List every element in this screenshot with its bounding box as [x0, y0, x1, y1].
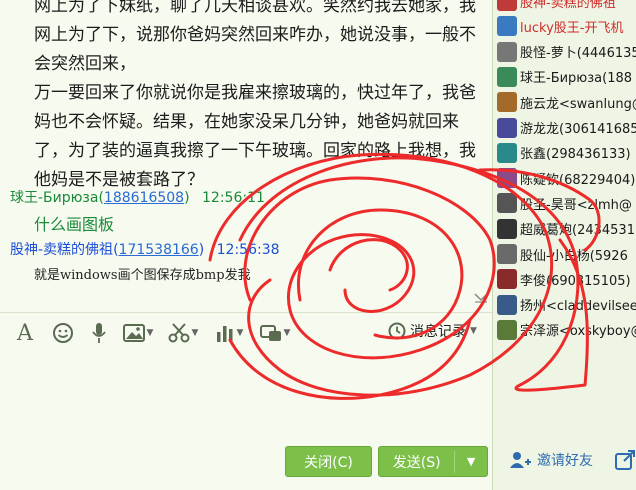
member-item[interactable]: 张鑫(298436133) — [497, 141, 631, 165]
close-button[interactable]: 关闭(C) — [285, 446, 372, 477]
member-item[interactable]: 李俊(690315105) — [497, 267, 631, 291]
message-input[interactable] — [0, 354, 492, 444]
avatar — [497, 168, 517, 189]
message-body-2: 就是windows画个图保存成bmp发我 — [34, 268, 251, 283]
member-item[interactable]: 股神-卖糕的佛祖 — [497, 0, 616, 13]
avatar — [497, 244, 517, 264]
member-name: lucky股王-开飞机 — [520, 20, 624, 36]
avatar — [497, 218, 517, 239]
avatar — [497, 117, 517, 138]
input-toolbar: A ▼ ▼ ▼ ▼ 消息记录 ▼ — [0, 312, 492, 354]
member-name: 超威葛炮(2434531 — [520, 223, 635, 239]
member-item[interactable]: 游龙龙(306141685 — [497, 116, 636, 140]
member-item[interactable]: lucky股王-开飞机 — [497, 14, 623, 38]
image-icon[interactable]: ▼ — [120, 319, 156, 347]
scroll-down-icon[interactable] — [474, 292, 488, 306]
member-name: 宗泽源<oxskyboy@ — [520, 324, 636, 340]
member-name: 股圣-昊哥<zlmh@ — [520, 197, 632, 213]
message-sender-2: 股神-卖糕的佛祖(171538166) 12:56:38 — [10, 242, 280, 258]
screen-share-icon[interactable]: ▼ — [256, 319, 294, 347]
message-time: 12:56:38 — [216, 242, 280, 258]
member-name: 股怪-萝卜(4446135 — [520, 46, 636, 62]
avatar — [497, 16, 517, 37]
message-line: 网上为了下，说那你爸妈突然回来咋办，她说没事，一般不会突然回来， — [34, 25, 476, 74]
avatar — [497, 66, 517, 87]
member-name: 球王-Бирюза(188 — [520, 71, 633, 87]
font-icon[interactable]: A — [12, 319, 38, 347]
message-line: 妈也不会怀疑。结果，在她家没呆几分钟，她爸妈就回来 — [34, 112, 459, 132]
member-name: 游龙龙(306141685 — [520, 122, 636, 137]
scissors-icon[interactable]: ▼ — [164, 319, 202, 347]
avatar — [497, 0, 517, 11]
avatar — [497, 319, 517, 340]
member-name: 施云龙<swanlung@ — [520, 96, 636, 112]
avatar — [497, 41, 517, 62]
avatar — [497, 142, 517, 163]
avatar — [497, 269, 517, 290]
add-user-icon — [510, 452, 531, 468]
send-label: 发送(S) — [392, 454, 441, 471]
member-name: 扬州<claddevilsee — [520, 299, 636, 315]
message-text: 网上为了下妹纸，聊了几天相谈甚欢。笑然约我去她家，我 网上为了下，说那你爸妈突然… — [34, 0, 482, 195]
avatar — [497, 193, 517, 214]
member-name: 张鑫(298436133) — [520, 147, 631, 163]
member-item[interactable]: 股怪-萝卜(4446135 — [497, 40, 636, 64]
message-history-button[interactable]: 消息记录 ▼ — [388, 321, 477, 341]
member-item[interactable]: 陈疑钦(68229404) — [497, 166, 635, 190]
clock-icon — [388, 322, 406, 340]
message-body-1: 什么画图板 — [34, 215, 115, 234]
invite-friends-button[interactable]: 邀请好友 — [509, 450, 593, 470]
member-item[interactable]: 超威葛炮(2434531 — [497, 217, 635, 241]
member-item[interactable]: 股仙-小白杨(5926 — [497, 242, 628, 266]
send-dropdown-icon[interactable]: ▼ — [455, 455, 487, 468]
send-button[interactable]: 发送(S) ▼ — [378, 446, 488, 477]
share-icon[interactable] — [615, 450, 635, 470]
emoji-icon[interactable] — [50, 319, 76, 347]
history-label: 消息记录 — [410, 324, 466, 340]
chat-panel: 网上为了下妹纸，聊了几天相谈甚欢。笑然约我去她家，我 网上为了下，说那你爸妈突然… — [0, 0, 492, 490]
member-name: 股仙-小白杨(5926 — [520, 248, 628, 264]
message-time: 12:56:11 — [202, 190, 265, 206]
member-name: 陈疑钦(68229404) — [520, 172, 636, 188]
sender-qq-link[interactable]: 171538166 — [119, 242, 199, 258]
sender-qq-link[interactable]: 188616508 — [104, 190, 184, 206]
avatar — [497, 92, 517, 113]
member-name: 股神-卖糕的佛祖 — [520, 0, 616, 11]
chart-icon[interactable]: ▼ — [210, 319, 248, 347]
invite-label: 邀请好友 — [537, 453, 593, 469]
message-sender-1: 球王-Бирюза(188616508) 12:56:11 — [10, 190, 265, 206]
member-item[interactable]: 扬州<claddevilsee — [497, 293, 636, 317]
member-item[interactable]: 施云龙<swanlung@ — [497, 90, 636, 114]
member-item[interactable]: 球王-Бирюза(188 — [497, 65, 632, 89]
member-item[interactable]: 股圣-昊哥<zlmh@ — [497, 191, 632, 215]
avatar — [497, 294, 517, 315]
member-item[interactable]: 宗泽源<oxskyboy@ — [497, 318, 636, 342]
sender-name: 股神-卖糕的佛祖 — [10, 242, 114, 258]
member-name: 李俊(690315105) — [520, 273, 631, 289]
member-list: 股神-卖糕的佛祖 lucky股王-开飞机 股怪-萝卜(4446135 球王-Бирюз… — [492, 0, 636, 490]
sender-name: 球王-Бирюза — [10, 190, 99, 206]
microphone-icon[interactable] — [88, 319, 110, 347]
message-line: 了，为了装的逼真我擦了一下午玻璃。回家的路上我想，我 — [34, 141, 476, 161]
message-line: 网上为了下妹纸，聊了几天相谈甚欢。笑然约我去她家，我 — [34, 0, 476, 16]
message-line: 万一要回来了你就说你是我雇来擦玻璃的，快过年了，我爸 — [34, 83, 476, 103]
